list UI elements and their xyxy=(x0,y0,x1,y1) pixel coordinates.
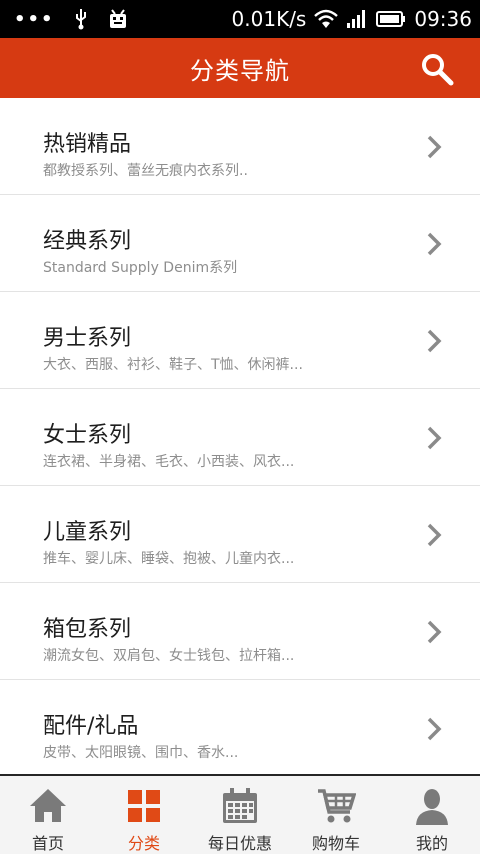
category-title: 箱包系列 xyxy=(43,617,132,642)
tab-label: 每日优惠 xyxy=(207,834,272,853)
category-item-bags[interactable]: 箱包系列 潮流女包、双肩包、女士钱包、拉杆箱... xyxy=(0,583,480,680)
network-speed: 0.01K/s xyxy=(231,7,307,31)
tab-cart[interactable]: 购物车 xyxy=(288,776,384,854)
chevron-right-icon xyxy=(427,426,442,450)
category-title: 女士系列 xyxy=(43,423,132,448)
tab-label: 首页 xyxy=(31,834,64,853)
category-title: 经典系列 xyxy=(43,229,132,254)
tab-label: 分类 xyxy=(127,834,160,853)
user-icon xyxy=(416,789,448,825)
tab-label: 我的 xyxy=(415,834,448,853)
cart-icon xyxy=(318,789,356,823)
category-item-classic[interactable]: 经典系列 Standard Supply Denim系列 xyxy=(0,195,480,292)
title-bar: 分类导航 xyxy=(0,38,480,98)
chevron-right-icon xyxy=(427,232,442,256)
battery-icon xyxy=(376,11,406,27)
category-title: 配件/礼品 xyxy=(43,714,139,739)
category-item-kids[interactable]: 儿童系列 推车、婴儿床、睡袋、抱被、儿童内衣... xyxy=(0,486,480,583)
grid-icon xyxy=(128,790,160,822)
page-title: 分类导航 xyxy=(190,56,290,85)
chevron-right-icon xyxy=(427,329,442,353)
tab-daily-deals[interactable]: 每日优惠 xyxy=(192,776,288,854)
tab-mine[interactable]: 我的 xyxy=(384,776,480,854)
android-debug-icon xyxy=(109,9,126,28)
category-subtitle: 大衣、西服、衬衫、鞋子、T恤、休闲裤... xyxy=(43,357,303,373)
category-subtitle: 连衣裙、半身裙、毛衣、小西装、风衣... xyxy=(43,454,295,470)
chevron-right-icon xyxy=(427,620,442,644)
tab-category[interactable]: 分类 xyxy=(96,776,192,854)
chevron-right-icon xyxy=(427,717,442,741)
calendar-icon xyxy=(223,788,257,823)
wifi-icon xyxy=(314,9,339,28)
category-item-accessories[interactable]: 配件/礼品 皮带、太阳眼镜、围巾、香水... xyxy=(0,680,480,774)
category-subtitle: Standard Supply Denim系列 xyxy=(43,260,238,276)
category-subtitle: 潮流女包、双肩包、女士钱包、拉杆箱... xyxy=(43,648,295,664)
category-title: 男士系列 xyxy=(43,326,132,351)
status-bar: ••• 0.01K/s 09:36 xyxy=(0,0,480,38)
chevron-right-icon xyxy=(427,135,442,159)
category-item-men[interactable]: 男士系列 大衣、西服、衬衫、鞋子、T恤、休闲裤... xyxy=(0,292,480,389)
category-title: 热销精品 xyxy=(43,132,132,157)
tab-label: 购物车 xyxy=(311,834,360,853)
category-subtitle: 推车、婴儿床、睡袋、抱被、儿童内衣... xyxy=(43,551,295,567)
chevron-right-icon xyxy=(427,523,442,547)
category-subtitle: 都教授系列、蕾丝无痕内衣系列.. xyxy=(43,163,248,179)
category-item-hot[interactable]: 热销精品 都教授系列、蕾丝无痕内衣系列.. xyxy=(0,98,480,195)
category-list: 热销精品 都教授系列、蕾丝无痕内衣系列.. 经典系列 Standard Supp… xyxy=(0,98,480,774)
signal-icon xyxy=(347,10,366,28)
clock: 09:36 xyxy=(414,7,472,31)
home-icon xyxy=(30,789,66,822)
notification-dots: ••• xyxy=(14,8,55,30)
category-subtitle: 皮带、太阳眼镜、围巾、香水... xyxy=(43,745,239,761)
category-title: 儿童系列 xyxy=(43,520,132,545)
search-icon[interactable] xyxy=(420,52,454,86)
bottom-tab-bar: 首页 分类 每日优惠 购物车 我的 xyxy=(0,774,480,854)
category-item-women[interactable]: 女士系列 连衣裙、半身裙、毛衣、小西装、风衣... xyxy=(0,389,480,486)
tab-home[interactable]: 首页 xyxy=(0,776,96,854)
usb-icon xyxy=(75,9,86,30)
